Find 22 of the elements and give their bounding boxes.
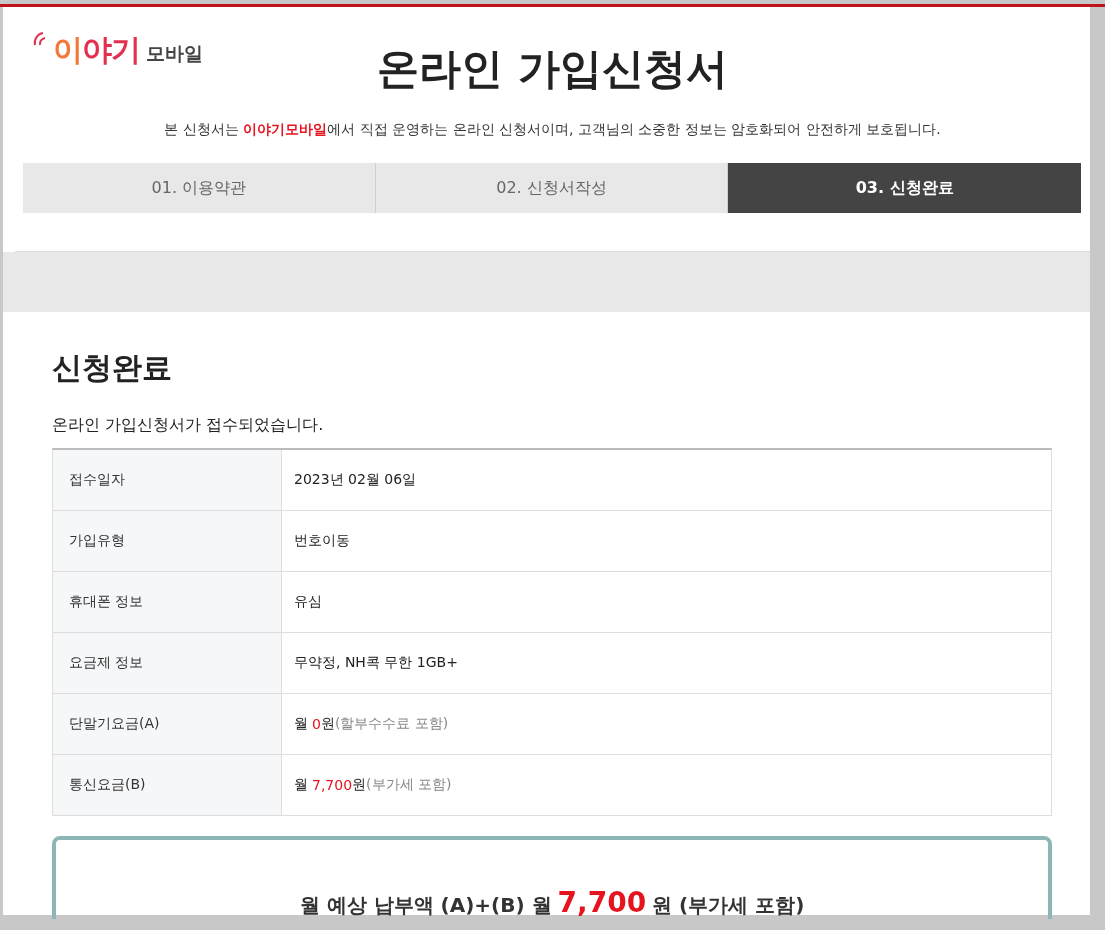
row-label: 가입유형 [53,511,282,571]
intro-text: 본 신청서는 이야기모바일에서 직접 운영하는 온라인 신청서이며, 고객님의 소중한 정보는 암호화되어 안전하게 보호됩니다. [163,121,942,139]
section-heading: 신청완료 [52,349,173,387]
table-cell-text: 2023년 02월 06일 [293,470,418,489]
logo[interactable]: 이야기 모바일 [15,15,355,65]
step-tab[interactable]: 01. 이용약관 [23,163,376,213]
row-label: 요금제 정보 [53,633,282,693]
signal-icon [33,31,47,47]
row-label: 접수일자 [53,450,282,510]
page-title: 온라인 가입신청서 [376,43,729,95]
total-text: 월 예상 납부액 (A)+(B) 월 7,700 원 (부가세 포함) [299,886,805,919]
row-label: 통신요금(B) [53,755,282,815]
table-cell-text: 월 7,700원(부가세 포함) [293,775,453,795]
row-label: 휴대폰 정보 [53,572,282,632]
table-cell-text: 유심 [293,592,323,611]
step-tab[interactable]: 03. 신청완료 [728,163,1081,213]
table-cell-text: 무약정, NH콕 무한 1GB+ [293,653,459,672]
confirmation-message: 온라인 가입신청서가 접수되었습니다. [52,415,325,436]
row-label: 단말기요금(A) [53,694,282,754]
table-cell-text: 월 0원(할부수수료 포함) [293,714,450,734]
table-cell-text: 번호이동 [293,531,351,550]
step-tab[interactable]: 02. 신청서작성 [375,163,729,213]
